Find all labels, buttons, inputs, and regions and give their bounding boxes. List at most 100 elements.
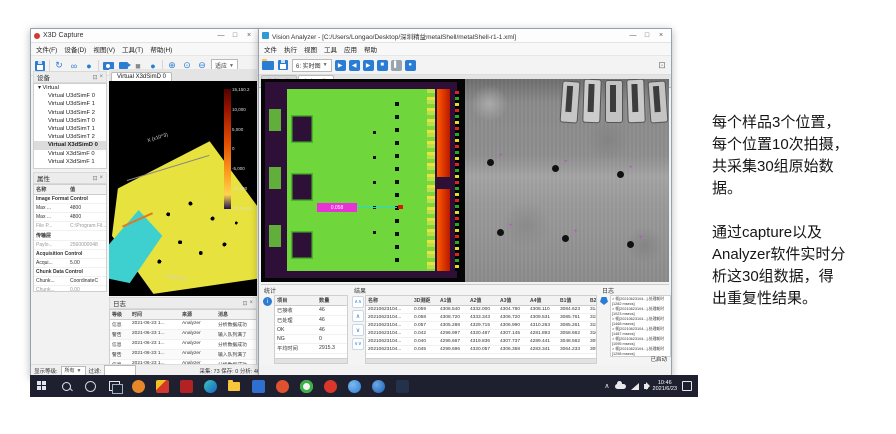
taskbar-app-icon[interactable] [342,375,366,397]
run-button[interactable]: ▶ [335,60,346,71]
open-file-icon[interactable] [262,59,274,71]
stats-row[interactable]: 已接收46 [275,306,347,316]
stop-button[interactable]: ■ [377,60,388,71]
start-button[interactable] [30,375,54,397]
notification-center-icon[interactable] [682,381,692,391]
close-icon[interactable]: × [249,300,253,307]
save-icon[interactable] [277,59,289,71]
first-row-button[interactable]: ∧∧ [352,296,364,308]
menu-view[interactable]: 视图(V) [93,44,115,54]
minimize-button[interactable]: — [626,30,640,42]
volume-icon[interactable] [644,384,648,389]
taskbar-app-icon[interactable] [246,375,270,397]
close-icon[interactable]: × [99,175,103,182]
tree-item[interactable]: Virtual U3dSimF 0 [34,92,106,100]
tree-item[interactable]: Virtual U3dSimF 1 [34,100,106,108]
step-forward-button[interactable]: ▶ [363,60,374,71]
level-filter-dropdown[interactable]: 所有▼ [61,366,86,376]
dock-icon[interactable]: ⊡ [92,175,97,182]
menu-help[interactable]: 帮助 [364,44,377,54]
menu-view[interactable]: 视图 [304,44,317,54]
heightmap-view[interactable]: 0.058 [261,79,465,282]
taskbar-app-icon-edge[interactable] [198,375,222,397]
log-row[interactable]: 警告2021-06-23 1...Analyzer输入队列满了 [110,350,256,360]
capture-view-icon[interactable]: ⊡ [656,59,668,71]
log-row[interactable]: 警告2021-06-23 1...Analyzer输入队列满了 [110,330,256,340]
tree-item[interactable]: Virtual X3dSimF 1 [34,158,106,166]
menu-tools[interactable]: 工具 [324,44,337,54]
taskbar-app-icon[interactable] [294,375,318,397]
results-row[interactable]: 20210623104...0.0584308.7204333.3434306.… [366,314,596,322]
taskbar-app-icon[interactable] [366,375,390,397]
capture-titlebar[interactable]: X3D Capture — □ × [31,29,259,43]
dock-icon[interactable]: ⊡ [242,300,247,307]
step-back-button[interactable]: ◀ [349,60,360,71]
view-select-dropdown[interactable]: 6: 实时图▼ [292,59,332,72]
prop-group[interactable]: 传输层 [34,231,106,241]
prop-row[interactable]: Max ...4800 [34,213,106,222]
menu-tools[interactable]: 工具(T) [122,44,143,54]
tree-item-selected[interactable]: Virtual X3dSimD 0 [34,141,106,149]
maximize-button[interactable]: □ [640,30,654,42]
tree-item[interactable]: Virtual U3dSimT 0 [34,117,106,125]
acquire-icon[interactable]: ● [83,60,95,72]
prop-row[interactable]: Acqui...5.00 [34,259,106,268]
taskbar-app-icon[interactable] [150,375,174,397]
maximize-button[interactable]: □ [228,30,242,42]
last-row-button[interactable]: ∨∨ [352,338,364,350]
log-row[interactable]: 信息2021-06-23 1...Analyzer分析数据成功 [110,340,256,350]
minimize-button[interactable]: — [214,30,228,42]
stats-row[interactable]: NG0 [275,335,347,344]
results-row[interactable]: 20210623104...0.0404295.6674319.8364307.… [366,338,596,346]
prop-row[interactable]: Chunk...CoordinateC [34,277,106,286]
taskbar-app-icon[interactable] [270,375,294,397]
pointcloud-3d-view[interactable]: X (x10^3) X (x10^3) 15,150.210,000 5,000… [109,81,257,296]
tree-item[interactable]: Virtual X3dSimF 0 [34,150,106,158]
pause-button[interactable]: ▌ [391,60,402,71]
taskbar-app-icon[interactable] [126,375,150,397]
menu-run[interactable]: 执行 [284,44,297,54]
prop-row[interactable]: Max ...4800 [34,204,106,213]
results-hscrollbar[interactable] [365,358,597,364]
prop-group[interactable]: Acquisition Control [34,250,106,259]
close-button[interactable]: × [654,30,668,42]
tree-item[interactable]: Virtual U3dSimT 1 [34,125,106,133]
hidden-icons-chevron[interactable]: ∧ [604,382,609,390]
network-icon[interactable] [631,383,639,390]
results-row[interactable]: 20210623104...0.0594306.5404332.0004304.… [366,306,596,314]
results-row[interactable]: 20210623104...0.0574305.2884329.7154306.… [366,322,596,330]
prop-row[interactable]: Paylo...2560000048 [34,241,106,250]
connect-icon[interactable]: ∞ [68,60,80,72]
save-icon[interactable] [34,60,46,72]
prop-group[interactable]: Chunk Data Control [34,268,106,277]
menu-help[interactable]: 帮助(H) [150,44,172,54]
record-button[interactable]: ● [405,60,416,71]
stats-row[interactable]: 平均时间2915.3 [275,344,347,354]
results-row[interactable]: 20210623104...0.0424296.9974320.4874307.… [366,330,596,338]
search-icon[interactable] [54,375,78,397]
tree-root[interactable]: ▾ Virtual [34,84,106,92]
refresh-icon[interactable]: ↻ [53,60,65,72]
menu-file[interactable]: 文件 [264,44,277,54]
analyzer-log-list[interactable]: > 帧[20210623104...]-处理耗时 [1282 msecs] > … [610,295,671,357]
prop-row[interactable]: Chunk...0.00 [34,286,106,292]
stats-row[interactable]: OK46 [275,326,347,335]
clear-log-icon[interactable] [600,297,608,305]
taskbar-app-icon[interactable] [174,375,198,397]
analyzer-titlebar[interactable]: Vision Analyzer - [C:/Users/Longao/Deskt… [259,29,671,43]
cortana-icon[interactable] [78,375,102,397]
taskbar-clock[interactable]: 10:46 2021/6/23 [653,380,677,393]
onedrive-cloud-icon[interactable] [615,384,626,389]
close-icon[interactable]: × [99,74,103,81]
log-row[interactable]: 信息2021-06-23 1...Analyzer分析数据成功 [110,320,256,330]
next-row-button[interactable]: ∨ [352,324,364,336]
prev-row-button[interactable]: ∧ [352,310,364,322]
menu-device[interactable]: 设备(D) [64,44,86,54]
measurement-tag[interactable]: 0.058 [317,203,357,212]
taskbar-app-icon[interactable] [390,375,414,397]
camera-view[interactable]: + + + + + + [465,79,669,282]
taskbar-app-icon-explorer[interactable] [222,375,246,397]
task-view-icon[interactable] [102,375,126,397]
tree-item[interactable]: Virtual U3dSimF 2 [34,109,106,117]
prop-group[interactable]: Image Format Control [34,195,106,204]
